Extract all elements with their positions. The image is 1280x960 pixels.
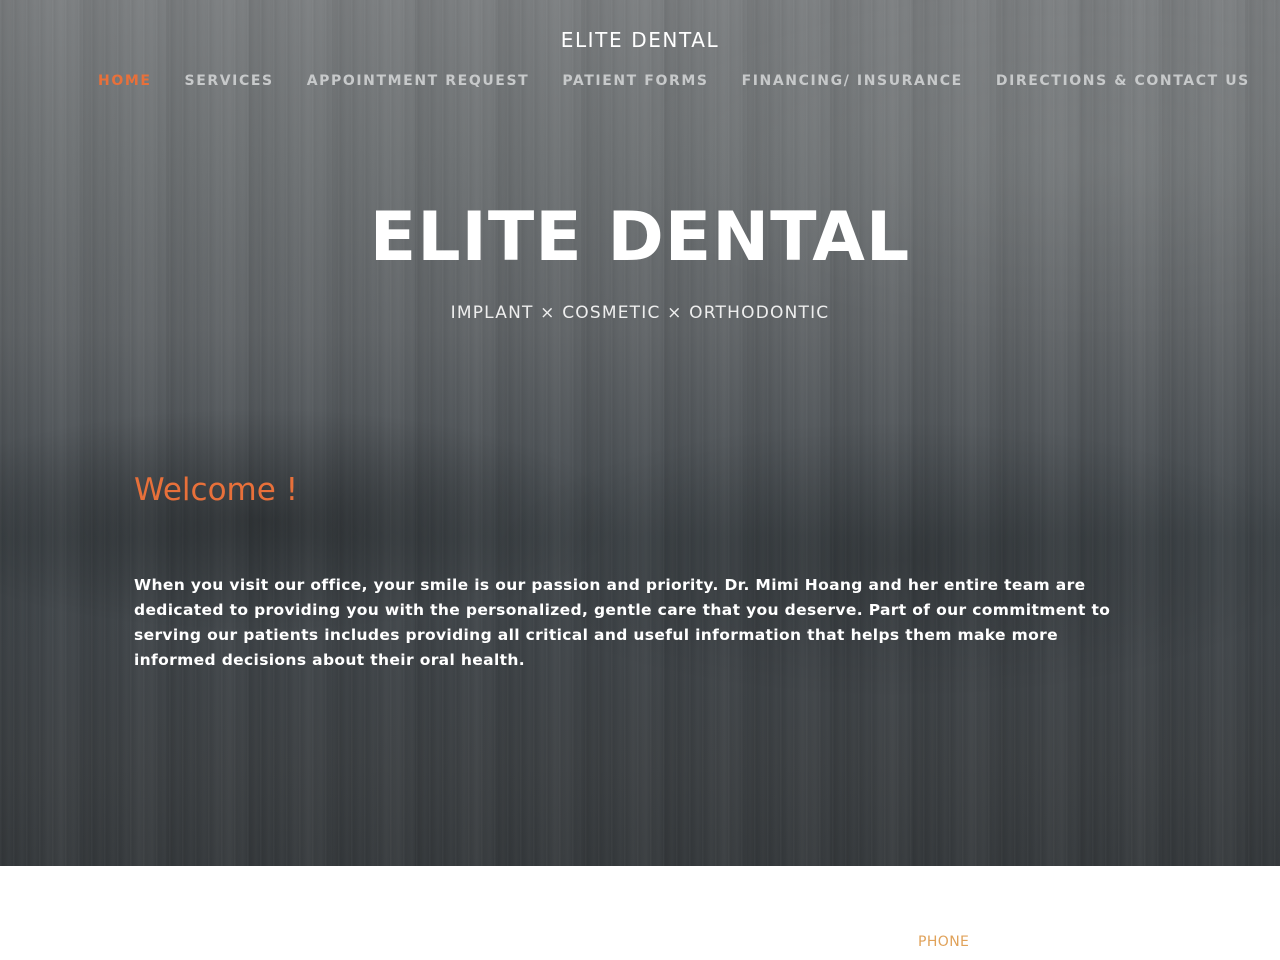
nav-item-home[interactable]: HOME [98, 73, 152, 89]
site-title[interactable]: ELITE DENTAL [0, 28, 1280, 52]
contact-section [0, 866, 1280, 960]
hero-banner: ELITE DENTAL HOME SERVICES APPOINTMENT R… [0, 0, 1280, 866]
hero-background-texture [0, 0, 1280, 866]
main-nav: HOME SERVICES APPOINTMENT REQUEST PATIEN… [98, 73, 1250, 89]
nav-item-appointment-request[interactable]: APPOINTMENT REQUEST [307, 73, 530, 89]
hero-tagline: IMPLANT × COSMETIC × ORTHODONTIC [450, 303, 830, 323]
intro-paragraph: When you visit our office, your smile is… [134, 576, 1111, 669]
phone-label: PHONE [918, 934, 970, 950]
nav-item-financing-insurance[interactable]: FINANCING/ INSURANCE [742, 73, 963, 89]
welcome-heading: Welcome ! [134, 472, 299, 508]
nav-item-services[interactable]: SERVICES [185, 73, 274, 89]
nav-item-patient-forms[interactable]: PATIENT FORMS [562, 73, 708, 89]
hero-heading: ELITE DENTAL [369, 198, 911, 277]
nav-item-directions-contact[interactable]: DIRECTIONS & CONTACT US [996, 73, 1250, 89]
